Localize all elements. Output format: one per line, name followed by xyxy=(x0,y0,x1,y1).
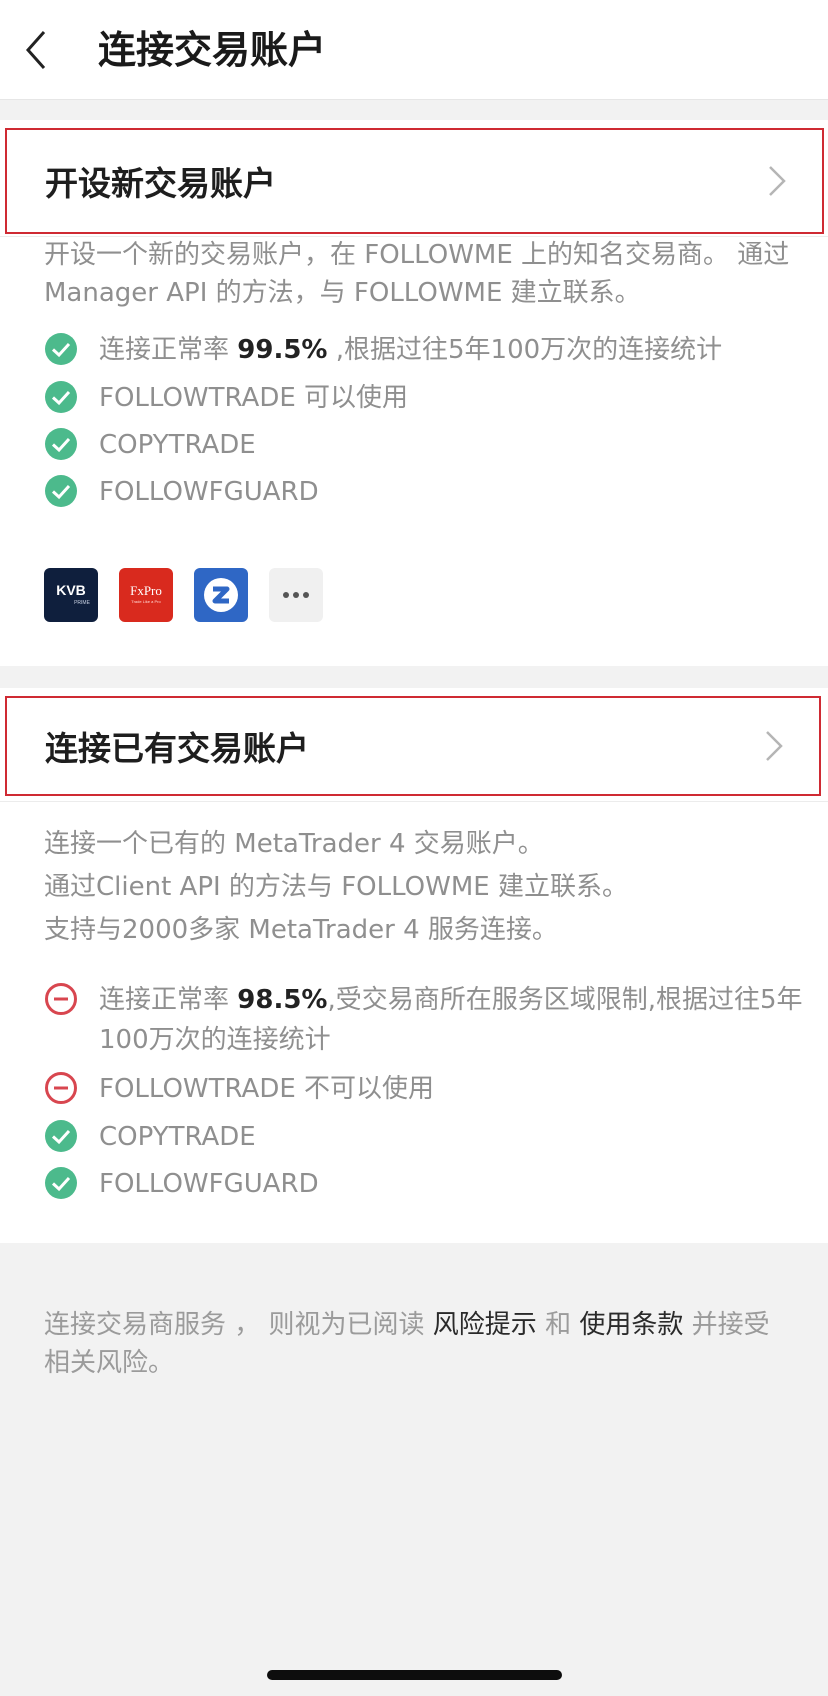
check-circle-icon xyxy=(45,475,77,507)
home-indicator[interactable] xyxy=(267,1670,562,1680)
feature-text: FOLLOWFGUARD xyxy=(99,477,319,507)
zipmex-logo[interactable]: Z xyxy=(194,568,248,622)
existing-description-line: 连接一个已有的 MetaTrader 4 交易账户。 xyxy=(44,829,544,859)
open-new-account-row[interactable]: 开设新交易账户 xyxy=(5,128,824,234)
minus-circle-icon xyxy=(45,1072,77,1104)
feature-item: COPYTRADE xyxy=(44,1119,794,1159)
check-circle-icon xyxy=(45,381,77,413)
check-circle-icon xyxy=(45,333,77,365)
fxpro-logo-text: FxPro xyxy=(130,583,162,598)
check-circle-icon xyxy=(45,1120,77,1152)
feature-item: FOLLOWFGUARD xyxy=(44,474,794,514)
feature-item: FOLLOWFGUARD xyxy=(44,1166,794,1206)
terms-of-use-link[interactable]: 使用条款 xyxy=(579,1310,683,1340)
feature-item: 连接正常率 99.5% ,根据过往5年100万次的连接统计 xyxy=(44,332,794,372)
feature-item: FOLLOWTRADE 不可以使用 xyxy=(44,1071,794,1111)
page-title: 连接交易账户 xyxy=(98,28,327,72)
feature-highlight: 99.5% xyxy=(237,335,328,365)
feature-item: 连接正常率 98.5%,受交易商所在服务区域限制,根据过往5年100万次的连接统… xyxy=(44,982,803,1066)
connect-existing-account-title: 连接已有交易账户 xyxy=(45,729,309,768)
divider xyxy=(0,801,828,802)
check-circle-icon xyxy=(45,1167,77,1199)
feature-item: FOLLOWTRADE 可以使用 xyxy=(44,380,794,420)
feature-highlight: 98.5% xyxy=(237,985,328,1015)
more-icon xyxy=(283,592,309,598)
open-new-account-card: 开设新交易账户 开设一个新的交易账户，在 FOLLOWME 上的知名交易商。 通… xyxy=(0,120,828,666)
connect-existing-account-card: 连接已有交易账户 连接一个已有的 MetaTrader 4 交易账户。 通过Cl… xyxy=(0,688,828,1243)
feature-text: COPYTRADE xyxy=(99,1122,256,1152)
back-button[interactable] xyxy=(18,22,78,82)
minus-circle-icon xyxy=(45,983,77,1015)
feature-text: 连接正常率 xyxy=(99,335,238,365)
risk-disclosure-link[interactable]: 风险提示 xyxy=(433,1310,537,1340)
top-bar: 连接交易账户 xyxy=(0,0,828,100)
feature-text: FOLLOWFGUARD xyxy=(99,1169,319,1199)
terms-note-text: 连接交易商服务 ， 则视为已阅读 xyxy=(44,1310,433,1340)
terms-note-text: 和 xyxy=(536,1310,580,1340)
open-new-account-title: 开设新交易账户 xyxy=(45,164,276,203)
open-new-account-description: 开设一个新的交易账户，在 FOLLOWME 上的知名交易商。 通过 Manage… xyxy=(44,240,790,308)
broker-logos: KVB PRIME FxPro Trade Like a Pro Z xyxy=(44,568,444,622)
fxpro-logo[interactable]: FxPro Trade Like a Pro xyxy=(119,568,173,622)
kvb-logo[interactable]: KVB PRIME xyxy=(44,568,98,622)
terms-note: 连接交易商服务 ， 则视为已阅读 风险提示 和 使用条款 并接受相关风险。 xyxy=(44,1306,784,1382)
check-circle-icon xyxy=(45,428,77,460)
kvb-logo-text: KVB xyxy=(56,582,86,598)
kvb-logo-subtext: PRIME xyxy=(74,600,91,606)
feature-text: FOLLOWTRADE 不可以使用 xyxy=(99,1074,435,1104)
feature-text: FOLLOWTRADE 可以使用 xyxy=(99,383,409,413)
feature-text-suffix: ,根据过往5年100万次的连接统计 xyxy=(327,335,723,365)
feature-text: COPYTRADE xyxy=(99,430,256,460)
existing-description-line: 通过Client API 的方法与 FOLLOWME 建立联系。 xyxy=(44,872,628,902)
zipmex-logo-text: Z xyxy=(194,568,195,569)
chevron-right-icon xyxy=(769,166,786,196)
chevron-left-icon xyxy=(25,31,46,69)
fxpro-logo-subtext: Trade Like a Pro xyxy=(131,599,161,604)
existing-description-line: 支持与2000多家 MetaTrader 4 服务连接。 xyxy=(44,915,558,945)
chevron-right-icon xyxy=(766,731,783,761)
feature-item: COPYTRADE xyxy=(44,427,794,467)
more-brokers-button[interactable] xyxy=(269,568,323,622)
connect-existing-account-row[interactable]: 连接已有交易账户 xyxy=(5,696,821,796)
feature-text: 连接正常率 xyxy=(99,985,238,1015)
